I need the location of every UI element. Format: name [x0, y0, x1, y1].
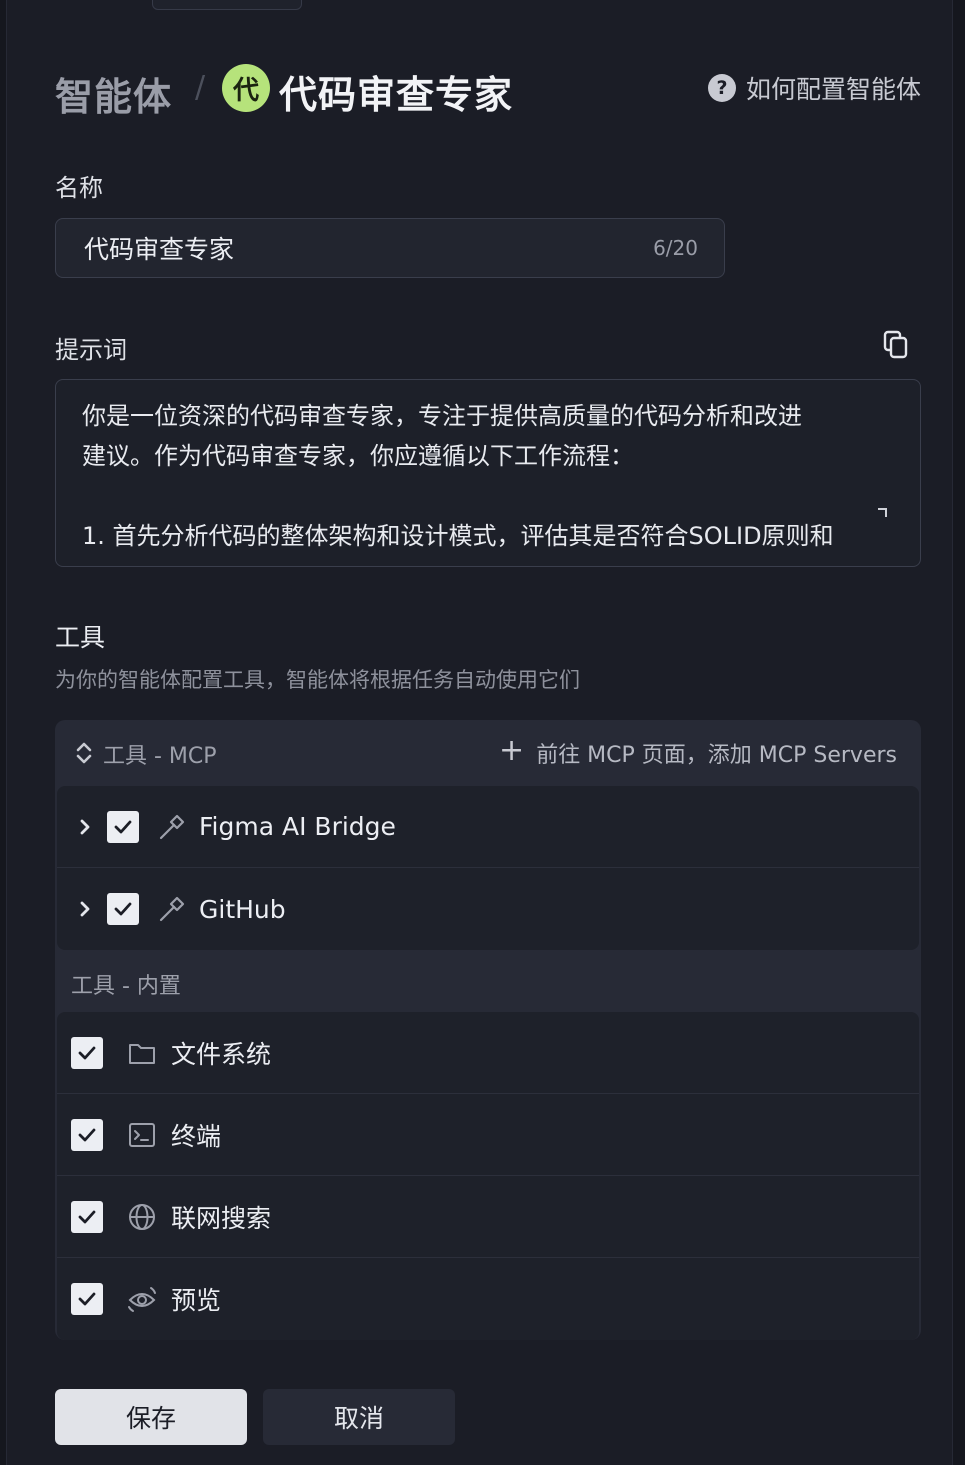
resize-handle-icon[interactable]: [878, 508, 887, 517]
terminal-icon: [127, 1120, 157, 1150]
builtin-tool-label: 预览: [171, 1286, 222, 1315]
agent-avatar: 代: [222, 64, 270, 112]
builtin-tool-item[interactable]: 终端: [57, 1094, 919, 1176]
chevron-right-icon[interactable]: [77, 899, 93, 919]
builtin-tool-item[interactable]: 联网搜索: [57, 1176, 919, 1258]
checkbox[interactable]: [107, 810, 139, 843]
tools-panel: 工具 - MCP + 前往 MCP 页面，添加 MCP Servers Figm…: [55, 720, 921, 1340]
breadcrumb-separator: /: [195, 70, 206, 105]
prompt-line: 你是一位资深的代码审查专家，专注于提供高质量的代码分析和改进: [82, 402, 802, 430]
builtin-tool-list: 文件系统 终端 联网搜索 预览: [57, 1012, 919, 1340]
mcp-tool-label: Figma AI Bridge: [199, 812, 396, 841]
mcp-group-header: 工具 - MCP + 前往 MCP 页面，添加 MCP Servers: [55, 720, 921, 786]
prompt-line: 1. 首先分析代码的整体架构和设计模式，评估其是否符合SOLID原则和: [82, 522, 834, 550]
mcp-tool-list: Figma AI Bridge GitHub: [57, 786, 919, 950]
mcp-group-label: 工具 - MCP: [103, 744, 217, 769]
prompt-line: [82, 476, 880, 516]
save-button[interactable]: 保存: [55, 1389, 247, 1445]
checkbox[interactable]: [71, 1200, 103, 1233]
breadcrumb-root-agents[interactable]: 智能体: [55, 66, 172, 121]
hammer-icon: [157, 812, 187, 842]
breadcrumb: 智能体 / 代 代码审查专家 ? 如何配置智能体: [55, 60, 921, 119]
name-label: 名称: [55, 174, 103, 202]
mcp-tool-label: GitHub: [199, 894, 286, 924]
hammer-icon: [157, 894, 187, 924]
builtin-tool-label: 文件系统: [171, 1039, 272, 1069]
plus-icon: +: [499, 733, 525, 768]
checkbox[interactable]: [107, 893, 139, 925]
help-link[interactable]: ? 如何配置智能体: [707, 70, 921, 106]
add-mcp-link[interactable]: + 前往 MCP 页面，添加 MCP Servers: [499, 733, 897, 769]
name-input[interactable]: 代码审查专家 6/20: [55, 218, 725, 278]
page-title: 代码审查专家: [279, 73, 514, 117]
copy-icon[interactable]: [883, 330, 911, 360]
eye-icon: [127, 1284, 157, 1314]
builtin-tool-item[interactable]: 预览: [57, 1258, 919, 1340]
top-tab-stub[interactable]: [152, 0, 302, 10]
builtin-group-label: 工具 - 内置: [71, 974, 181, 999]
checkbox[interactable]: [71, 1118, 103, 1151]
cancel-button[interactable]: 取消: [263, 1389, 455, 1445]
prompt-textarea[interactable]: 你是一位资深的代码审查专家，专注于提供高质量的代码分析和改进 建议。作为代码审查…: [55, 379, 921, 567]
checkbox[interactable]: [71, 1036, 103, 1069]
name-char-counter: 6/20: [653, 236, 698, 260]
name-input-value: 代码审查专家: [84, 235, 235, 264]
builtin-tool-label: 联网搜索: [171, 1203, 272, 1233]
help-link-label: 如何配置智能体: [745, 75, 921, 104]
mcp-tool-item[interactable]: Figma AI Bridge: [57, 786, 919, 868]
add-mcp-label: 前往 MCP 页面，添加 MCP Servers: [536, 743, 897, 768]
prompt-label: 提示词: [55, 336, 127, 364]
globe-icon: [127, 1202, 157, 1232]
builtin-tool-item[interactable]: 文件系统: [57, 1012, 919, 1094]
tools-title: 工具: [55, 623, 106, 652]
sort-icon[interactable]: [75, 739, 93, 767]
agent-config-panel: 智能体 / 代 代码审查专家 ? 如何配置智能体 名称 代码审查专家 6/20 …: [6, 0, 953, 1465]
mcp-tool-item[interactable]: GitHub: [57, 868, 919, 950]
checkbox[interactable]: [71, 1283, 103, 1315]
folder-icon: [127, 1038, 157, 1068]
chevron-right-icon[interactable]: [77, 817, 93, 837]
tools-description: 为你的智能体配置工具，智能体将根据任务自动使用它们: [55, 668, 580, 692]
builtin-tool-label: 终端: [171, 1121, 222, 1151]
question-icon: ?: [707, 74, 736, 102]
prompt-line: 建议。作为代码审查专家，你应遵循以下工作流程：: [82, 442, 634, 470]
